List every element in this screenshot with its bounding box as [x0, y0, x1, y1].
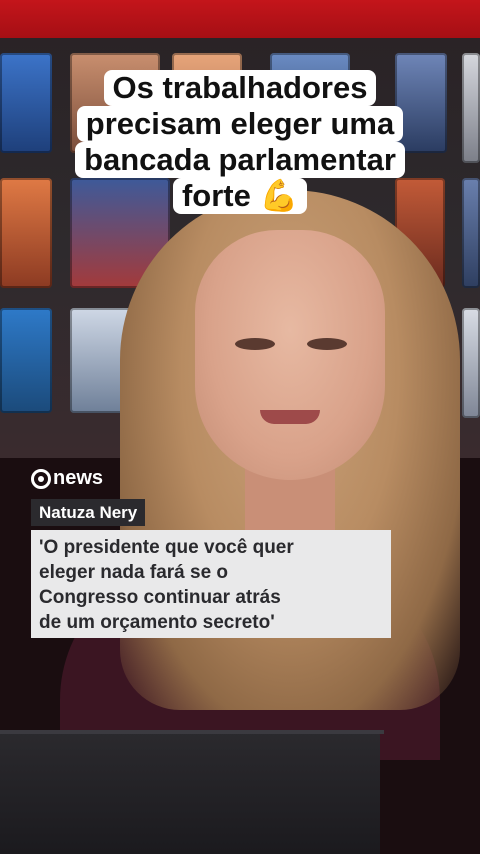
video-frame[interactable]: Os trabalhadores precisam eleger uma ban…	[0, 0, 480, 854]
quote-line: Congresso continuar atrás	[39, 587, 281, 608]
presenter-name-tag: Natuza Nery	[31, 499, 146, 526]
quote-line: de um orçamento secreto'	[39, 612, 275, 633]
presenter-face	[195, 230, 385, 480]
studio-monitor	[0, 308, 52, 413]
overlay-caption: Os trabalhadores precisam eleger uma ban…	[67, 70, 413, 214]
quote-box: 'O presidente que você quer eleger nada …	[31, 530, 391, 638]
top-red-bar	[0, 0, 480, 38]
channel-logo-text: news	[53, 467, 104, 489]
caption-line: bancada parlamentar	[75, 142, 405, 178]
caption-line: Os trabalhadores	[103, 70, 377, 106]
news-desk	[0, 730, 380, 854]
caption-line: precisam eleger uma	[76, 106, 404, 142]
globo-icon	[31, 468, 51, 489]
quote-line: 'O presidente que você quer	[39, 537, 294, 558]
presenter-eye	[235, 338, 275, 350]
presenter-eye	[307, 338, 347, 350]
studio-monitor	[0, 178, 52, 288]
studio-monitor	[0, 53, 52, 153]
presenter-mouth	[260, 410, 320, 424]
studio-monitor	[462, 53, 480, 163]
caption-line: forte 💪	[172, 178, 308, 214]
channel-logo: news	[31, 467, 103, 490]
studio-monitor	[462, 308, 480, 418]
studio-monitor	[462, 178, 480, 288]
news-desk-edge	[0, 730, 384, 734]
quote-line: eleger nada fará se o	[39, 562, 229, 583]
